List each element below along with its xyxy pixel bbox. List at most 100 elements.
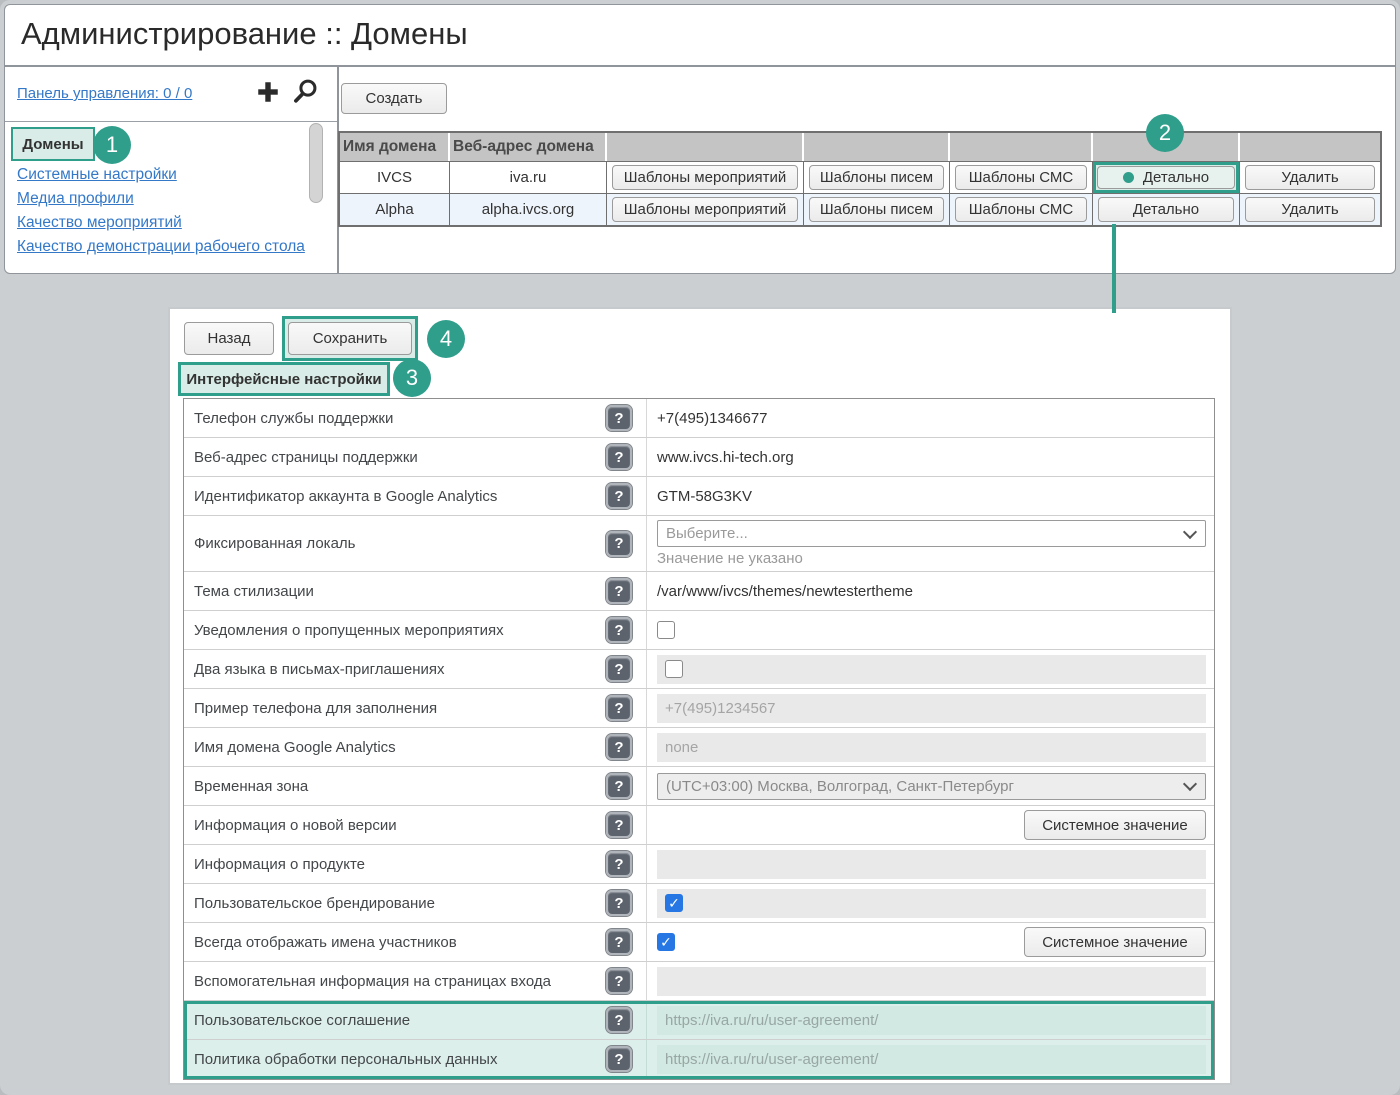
checkbox-input[interactable]: ✓ (657, 933, 675, 951)
checkbox-input[interactable]: ✓ (665, 894, 683, 912)
domain-name-cell: Alpha (340, 194, 450, 225)
field-label: Фиксированная локаль (194, 535, 606, 552)
action-cell: Шаблоны писем (804, 162, 950, 193)
help-icon[interactable]: ? (606, 695, 632, 721)
help-icon[interactable]: ? (606, 773, 632, 799)
create-button[interactable]: Создать (341, 83, 447, 114)
system-value-button[interactable]: Системное значение (1024, 927, 1206, 957)
details-button[interactable]: Детально (1097, 166, 1235, 189)
checkbox-input[interactable] (657, 621, 675, 639)
form-row: Уведомления о пропущенных мероприятиях? (184, 611, 1214, 650)
templates-sms-button[interactable]: Шаблоны СМС (955, 165, 1087, 190)
help-cell: ? (606, 1007, 646, 1033)
help-icon[interactable]: ? (606, 531, 632, 557)
sidebar-item-0[interactable]: Системные настройки (17, 163, 309, 187)
action-cell: Шаблоны писем (804, 194, 950, 225)
page-title: Администрирование :: Домены (21, 16, 468, 52)
help-cell: ? (606, 1046, 646, 1072)
checkbox-field: ✓ (657, 889, 1206, 918)
form-row: Вспомогательная информация на страницах … (184, 962, 1214, 1001)
help-icon[interactable]: ? (606, 968, 632, 994)
templates-events-button[interactable]: Шаблоны мероприятий (612, 197, 798, 222)
action-cell: Шаблоны мероприятий (607, 162, 804, 193)
select-input[interactable]: Выберите... (657, 520, 1206, 547)
help-icon[interactable]: ? (606, 578, 632, 604)
callout-anchor-dot (1123, 172, 1134, 183)
text-field-value[interactable]: www.ivcs.hi-tech.org (657, 449, 794, 466)
help-icon[interactable]: ? (606, 929, 632, 955)
chevron-down-icon (1183, 777, 1197, 791)
save-button-highlight: Сохранить (282, 316, 418, 361)
text-field-value[interactable]: GTM-58G3KV (657, 488, 752, 505)
text-field-value[interactable]: /var/www/ivcs/themes/newtestertheme (657, 583, 913, 600)
search-icon[interactable] (291, 77, 319, 105)
disabled-field: https://iva.ru/ru/user-agreement/ (657, 1045, 1206, 1074)
sidebar-separator (5, 121, 337, 122)
details-button[interactable]: Детально (1098, 197, 1234, 222)
form-row: Пользовательское брендирование?✓ (184, 884, 1214, 923)
form-row: Пример телефона для заполнения? +7(495)12… (184, 689, 1214, 728)
domain-row: IVCSiva.ruШаблоны мероприятийШаблоны пис… (340, 161, 1380, 193)
sidebar-nav: Системные настройкиМедиа профилиКачество… (17, 163, 309, 259)
templates-events-button[interactable]: Шаблоны мероприятий (612, 165, 798, 190)
checkbox-field (657, 655, 1206, 684)
templates-letters-button[interactable]: Шаблоны писем (809, 165, 944, 190)
delete-button[interactable]: Удалить (1245, 165, 1375, 190)
select-value: (UTC+03:00) Москва, Волгоград, Санкт-Пет… (666, 778, 1014, 795)
field-label: Временная зона (194, 778, 606, 795)
templates-letters-button[interactable]: Шаблоны писем (809, 197, 944, 222)
sidebar-item-domains-active[interactable]: Домены (11, 127, 95, 161)
sidebar-item-3[interactable]: Качество демонстрации рабочего стола (17, 235, 309, 259)
domain-web-cell: alpha.ivcs.org (450, 194, 607, 225)
field-value-cell (646, 611, 1214, 649)
field-note: Значение не указано (657, 550, 1206, 567)
sidebar-item-2[interactable]: Качество мероприятий (17, 211, 309, 235)
column-header-4 (950, 133, 1093, 161)
field-value-cell: GTM-58G3KV (646, 477, 1214, 515)
delete-button[interactable]: Удалить (1245, 197, 1375, 222)
domain-web-cell: iva.ru (450, 162, 607, 193)
help-icon[interactable]: ? (606, 483, 632, 509)
disabled-field: none (657, 733, 1206, 762)
field-value-cell: +7(495)1234567 (646, 689, 1214, 727)
domains-table-header: Имя доменаВеб-адрес домена (340, 133, 1380, 161)
sidebar-item-1[interactable]: Медиа профили (17, 187, 309, 211)
field-label: Пример телефона для заполнения (194, 700, 606, 717)
help-icon[interactable]: ? (606, 851, 632, 877)
text-field-value[interactable]: +7(495)1346677 (657, 410, 768, 427)
checkbox-input[interactable] (665, 660, 683, 678)
field-value-cell: https://iva.ru/ru/user-agreement/ (646, 1001, 1214, 1039)
help-icon[interactable]: ? (606, 1046, 632, 1072)
select-input[interactable]: (UTC+03:00) Москва, Волгоград, Санкт-Пет… (657, 773, 1206, 800)
add-icon[interactable] (255, 79, 281, 105)
help-icon[interactable]: ? (606, 405, 632, 431)
sidebar-scrollbar-thumb[interactable] (309, 123, 323, 203)
help-icon[interactable]: ? (606, 1007, 632, 1033)
system-value-button[interactable]: Системное значение (1024, 810, 1206, 840)
back-button[interactable]: Назад (184, 322, 274, 355)
form-row: Имя домена Google Analytics?none (184, 728, 1214, 767)
templates-sms-button[interactable]: Шаблоны СМС (955, 197, 1087, 222)
help-cell: ? (606, 851, 646, 877)
help-icon[interactable]: ? (606, 734, 632, 760)
details-button-label: Детально (1143, 169, 1209, 186)
field-label: Пользовательское соглашение (194, 1012, 606, 1029)
help-cell: ? (606, 531, 646, 557)
save-button[interactable]: Сохранить (288, 322, 412, 355)
callout-badge-2: 2 (1146, 114, 1184, 152)
domain-detail-panel: Назад Сохранить Интерфейсные настройки Т… (168, 307, 1232, 1085)
help-icon[interactable]: ? (606, 890, 632, 916)
help-icon[interactable]: ? (606, 812, 632, 838)
callout-badge-1: 1 (93, 126, 131, 164)
field-value-cell: https://iva.ru/ru/user-agreement/ (646, 1040, 1214, 1078)
form-row: Информация о продукте? (184, 845, 1214, 884)
field-value-cell: ✓ (646, 884, 1214, 922)
form-row: Информация о новой версии?Системное знач… (184, 806, 1214, 845)
form-row: Фиксированная локаль? Выберите... Значение… (184, 516, 1214, 572)
help-icon[interactable]: ? (606, 444, 632, 470)
help-icon[interactable]: ? (606, 656, 632, 682)
help-icon[interactable]: ? (606, 617, 632, 643)
control-panel-link[interactable]: Панель управления: 0 / 0 (17, 85, 192, 102)
callout-connector-line (1112, 224, 1116, 313)
field-label: Идентификатор аккаунта в Google Analytic… (194, 488, 606, 505)
